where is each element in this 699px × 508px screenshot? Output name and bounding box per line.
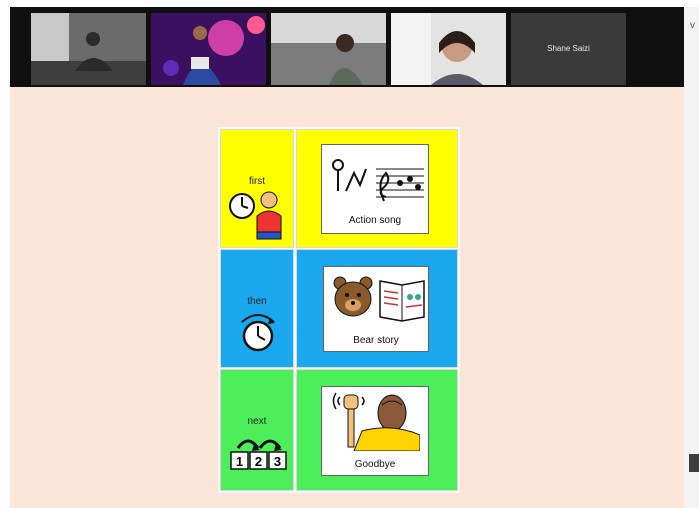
sequence-123-icon: 1 2 3 <box>230 439 287 470</box>
svg-text:1: 1 <box>236 454 243 469</box>
svg-text:3: 3 <box>274 454 281 469</box>
activity-title-bear-story: Bear story <box>353 335 399 346</box>
shared-screen: Shane Saizi first Action song then Bear … <box>10 7 684 508</box>
activity-card-action-song[interactable]: Action song <box>321 144 429 234</box>
chevron-down-icon[interactable]: v <box>690 20 695 31</box>
participant-name: Shane Saizi <box>547 44 590 53</box>
participant-video-4[interactable] <box>391 13 506 85</box>
clock-person-icon <box>229 191 282 240</box>
video-thumbnail-1 <box>31 13 146 85</box>
step-cell-then: then <box>220 249 294 368</box>
activity-cell-action-song: Action song <box>296 129 458 248</box>
participant-video-3[interactable] <box>271 13 386 85</box>
visual-schedule-board: first Action song then Bear story next 1… <box>218 127 460 493</box>
step-cell-first: first <box>220 129 294 248</box>
timer-icon <box>241 314 275 352</box>
step-label-next: next <box>247 416 267 427</box>
activity-card-bear-story[interactable]: Bear story <box>323 266 429 352</box>
video-thumbnail-2 <box>151 13 266 85</box>
step-cell-next: next 1 2 3 <box>220 369 294 491</box>
activity-cell-bear-story: Bear story <box>296 249 458 368</box>
participant-video-1[interactable] <box>31 13 146 85</box>
activity-cell-goodbye: Goodbye <box>296 369 458 491</box>
video-thumbnail-3 <box>271 13 386 85</box>
participant-video-strip: Shane Saizi <box>10 7 684 87</box>
step-label-then: then <box>247 296 267 307</box>
activity-title-goodbye: Goodbye <box>354 459 396 470</box>
scroll-handle[interactable] <box>689 454 699 472</box>
bear-book-icon <box>333 276 425 322</box>
music-actions-icon <box>332 159 424 202</box>
participant-video-2[interactable] <box>151 13 266 85</box>
right-scrollbar[interactable] <box>684 7 699 508</box>
svg-text:2: 2 <box>255 454 262 469</box>
participant-name-tile[interactable]: Shane Saizi <box>511 13 626 85</box>
waving-person-icon <box>332 392 420 451</box>
activity-card-goodbye[interactable]: Goodbye <box>321 386 429 476</box>
video-thumbnail-4 <box>391 13 506 85</box>
activity-title-action-song: Action song <box>348 215 402 226</box>
